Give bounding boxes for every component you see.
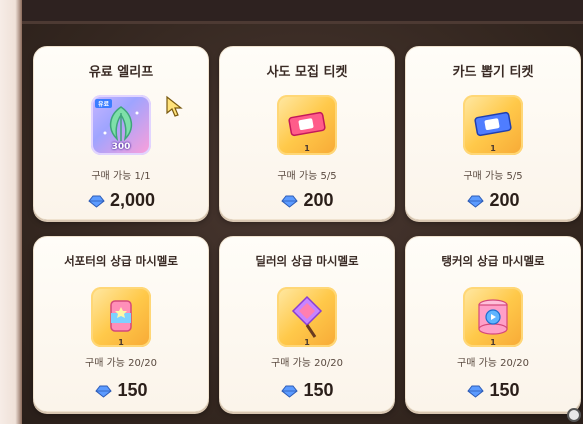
item-quantity: 1: [118, 338, 124, 347]
item-quantity: 1: [304, 144, 310, 153]
corner-status-icon: [567, 408, 581, 422]
item-title: 탱커의 상급 마시멜로: [441, 254, 545, 268]
price-value: 150: [303, 380, 334, 400]
crystal-icon: [281, 385, 299, 398]
item-quantity: 1: [490, 144, 496, 153]
price-value: 150: [117, 380, 148, 400]
item-price: 200: [220, 190, 394, 211]
price-value: 200: [489, 190, 520, 210]
elif-leaf-icon: 유료 300: [91, 95, 151, 155]
price-value: 2,000: [109, 190, 156, 210]
shop-item-card[interactable]: 탱커의 상급 마시멜로 1 구매 가능 20/20 150: [405, 236, 581, 412]
item-title: 딜러의 상급 마시멜로: [255, 254, 359, 268]
crystal-icon: [95, 385, 113, 398]
crystal-icon: [467, 195, 485, 208]
shop-item-card[interactable]: 서포터의 상급 마시멜로 1 구매 가능 20/20 150: [33, 236, 209, 412]
item-quantity: 1: [490, 338, 496, 347]
left-page-edge: [0, 0, 22, 424]
item-price: 150: [34, 380, 208, 401]
purchase-limit: 구매 가능 20/20: [271, 358, 343, 369]
purchase-limit: 구매 가능 1/1: [91, 171, 151, 182]
price-value: 200: [303, 190, 334, 210]
item-icon-quantity: 300: [111, 142, 131, 152]
top-bar: [22, 0, 583, 24]
item-quantity: 1: [304, 338, 310, 347]
purchase-limit: 구매 가능 5/5: [463, 171, 523, 182]
shop-item-card[interactable]: 사도 모집 티켓 1 구매 가능 5/5 200: [219, 46, 395, 220]
purchase-limit: 구매 가능 5/5: [277, 171, 337, 182]
item-title: 유료 엘리프: [88, 65, 154, 80]
shop-item-card[interactable]: 딜러의 상급 마시멜로 1 구매 가능 20/20 150: [219, 236, 395, 412]
shop-item-card[interactable]: 카드 뽑기 티켓 1 구매 가능 5/5 200: [405, 46, 581, 220]
crystal-icon: [88, 195, 105, 208]
item-price: 150: [220, 380, 394, 401]
item-price: 2,000: [34, 190, 208, 211]
purchase-limit: 구매 가능 20/20: [85, 358, 157, 369]
purchase-limit: 구매 가능 20/20: [457, 358, 529, 369]
item-title: 서포터의 상급 마시멜로: [64, 254, 178, 268]
item-title: 사도 모집 티켓: [266, 65, 348, 80]
shop-item-card[interactable]: 유료 엘리프 유료 300 구매 가능 1/1 2,000: [33, 46, 209, 220]
price-value: 150: [489, 380, 520, 400]
mouse-cursor-icon: [166, 95, 183, 117]
crystal-icon: [467, 385, 485, 398]
item-price: 150: [406, 380, 580, 401]
crystal-icon: [281, 195, 299, 208]
item-price: 200: [406, 190, 580, 211]
item-title: 카드 뽑기 티켓: [452, 65, 534, 80]
